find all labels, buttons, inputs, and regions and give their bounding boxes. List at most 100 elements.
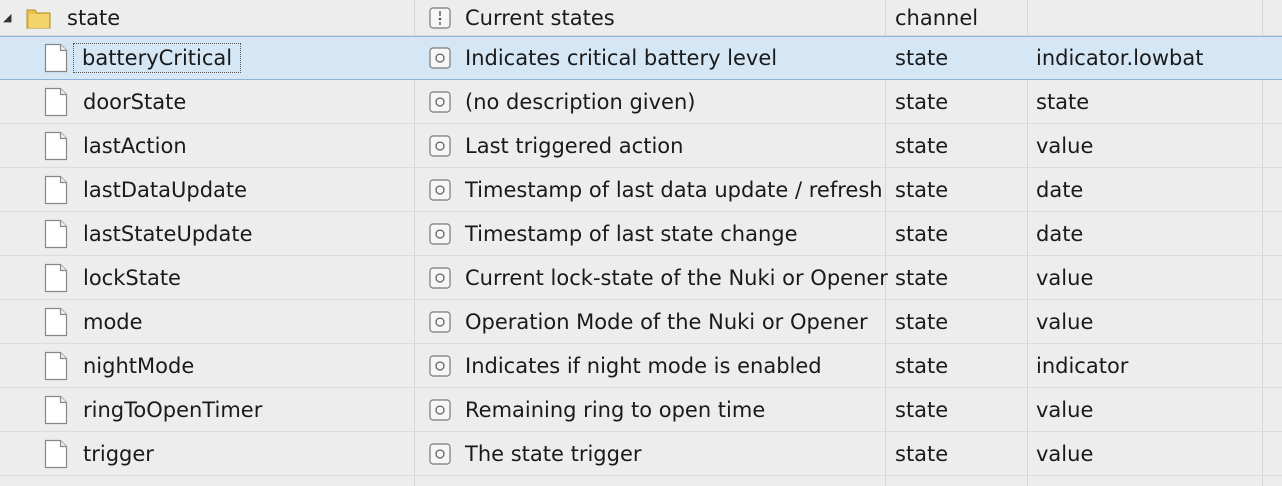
description-cell: Timestamp of last state change [415,212,885,255]
description-cell: Operation Mode of the Nuki or Opener [415,300,885,343]
state-name[interactable]: lockState [83,266,181,290]
type-cell: state [886,300,1027,343]
state-value-icon [429,178,451,201]
state-role: date [1036,177,1084,202]
state-name[interactable]: nightMode [83,354,194,378]
state-row-batteryCritical[interactable]: batteryCritical Indicates critical batte… [0,36,1282,80]
state-type: state [895,397,949,422]
channel-name: state [67,5,121,30]
description-cell: Last triggered action [415,124,885,167]
role-cell: indicator.lowbat [1028,37,1262,79]
name-cell: ◢ state [0,0,414,35]
name-cell: nightMode [0,344,414,387]
file-icon [44,307,68,336]
state-role: date [1036,221,1084,246]
type-cell: state [886,37,1027,79]
state-description: Current lock-state of the Nuki or Opener [465,265,888,290]
state-row-lockState[interactable]: lockState Current lock-state of the Nuki… [0,256,1282,300]
state-row-trigger[interactable]: trigger The state trigger state value [0,432,1282,476]
type-cell: state [886,124,1027,167]
type-cell: state [886,80,1027,123]
file-icon [44,131,68,160]
state-name[interactable]: lastAction [83,134,187,158]
state-value-icon [429,90,451,113]
state-value-icon [429,222,451,245]
object-tree: ◢ state Current states channel batteryCr… [0,0,1282,486]
state-row-ringToOpenTimer[interactable]: ringToOpenTimer Remaining ring to open t… [0,388,1282,432]
state-type: state [895,46,949,70]
state-name[interactable]: trigger [83,442,154,466]
role-cell: value [1028,388,1262,431]
state-type: state [895,89,949,114]
channel-row-state[interactable]: ◢ state Current states channel [0,0,1282,36]
state-row-doorState[interactable]: doorState (no description given) state s… [0,80,1282,124]
state-description: Indicates if night mode is enabled [465,353,822,378]
state-type: state [895,353,949,378]
type-cell: state [886,212,1027,255]
state-name[interactable]: ringToOpenTimer [83,398,262,422]
state-type: state [895,265,949,290]
state-type: state [895,133,949,158]
state-role: value [1036,397,1094,422]
type-cell: state [886,432,1027,475]
role-cell: value [1028,300,1262,343]
file-icon [44,87,68,116]
state-value-icon [429,398,451,421]
name-cell: lastStateUpdate [0,212,414,255]
channel-description: Current states [465,5,615,30]
state-name[interactable]: lastStateUpdate [83,222,253,246]
state-value-icon [429,442,451,465]
file-icon [44,43,68,73]
description-cell: (no description given) [415,80,885,123]
state-description: Timestamp of last data update / refresh [465,177,883,202]
state-description: Operation Mode of the Nuki or Opener [465,309,868,334]
folder-icon [26,9,51,28]
file-icon [44,395,68,424]
state-role: value [1036,441,1094,466]
role-cell [1028,0,1262,35]
state-description: The state trigger [465,441,642,466]
state-role: state [1036,89,1090,114]
name-cell: doorState [0,80,414,123]
type-cell: state [886,168,1027,211]
channel-info-icon [429,6,451,29]
state-type: state [895,441,949,466]
channel-type: channel [895,5,979,30]
name-cell: mode [0,300,414,343]
state-row-lastAction[interactable]: lastAction Last triggered action state v… [0,124,1282,168]
name-cell: lastDataUpdate [0,168,414,211]
state-name[interactable]: batteryCritical [72,43,242,73]
state-row-mode[interactable]: mode Operation Mode of the Nuki or Opene… [0,300,1282,344]
state-row-nightMode[interactable]: nightMode Indicates if night mode is ena… [0,344,1282,388]
description-cell: The state trigger [415,432,885,475]
state-name[interactable]: lastDataUpdate [83,178,247,202]
state-value-icon [429,354,451,377]
state-name[interactable]: doorState [83,90,186,114]
type-cell: state [886,344,1027,387]
state-description: Remaining ring to open time [465,397,766,422]
role-cell: state [1028,80,1262,123]
state-role: indicator.lowbat [1036,46,1204,70]
state-value-icon [429,266,451,289]
file-icon [44,439,68,468]
type-cell: state [886,256,1027,299]
role-cell: date [1028,212,1262,255]
expand-triangle-icon[interactable]: ◢ [3,11,11,24]
state-value-icon [429,134,451,157]
name-cell: lastAction [0,124,414,167]
state-role: value [1036,133,1094,158]
name-cell: trigger [0,432,414,475]
state-row-lastDataUpdate[interactable]: lastDataUpdate Timestamp of last data up… [0,168,1282,212]
state-value-icon [429,310,451,333]
role-cell: value [1028,432,1262,475]
state-role: value [1036,265,1094,290]
state-name[interactable]: mode [83,310,143,334]
role-cell: value [1028,256,1262,299]
state-value-icon [429,47,451,69]
state-description: Last triggered action [465,133,684,158]
state-type: state [895,309,949,334]
description-cell: Indicates critical battery level [415,37,885,79]
state-description: Timestamp of last state change [465,221,798,246]
state-row-lastStateUpdate[interactable]: lastStateUpdate Timestamp of last state … [0,212,1282,256]
file-icon [44,263,68,292]
